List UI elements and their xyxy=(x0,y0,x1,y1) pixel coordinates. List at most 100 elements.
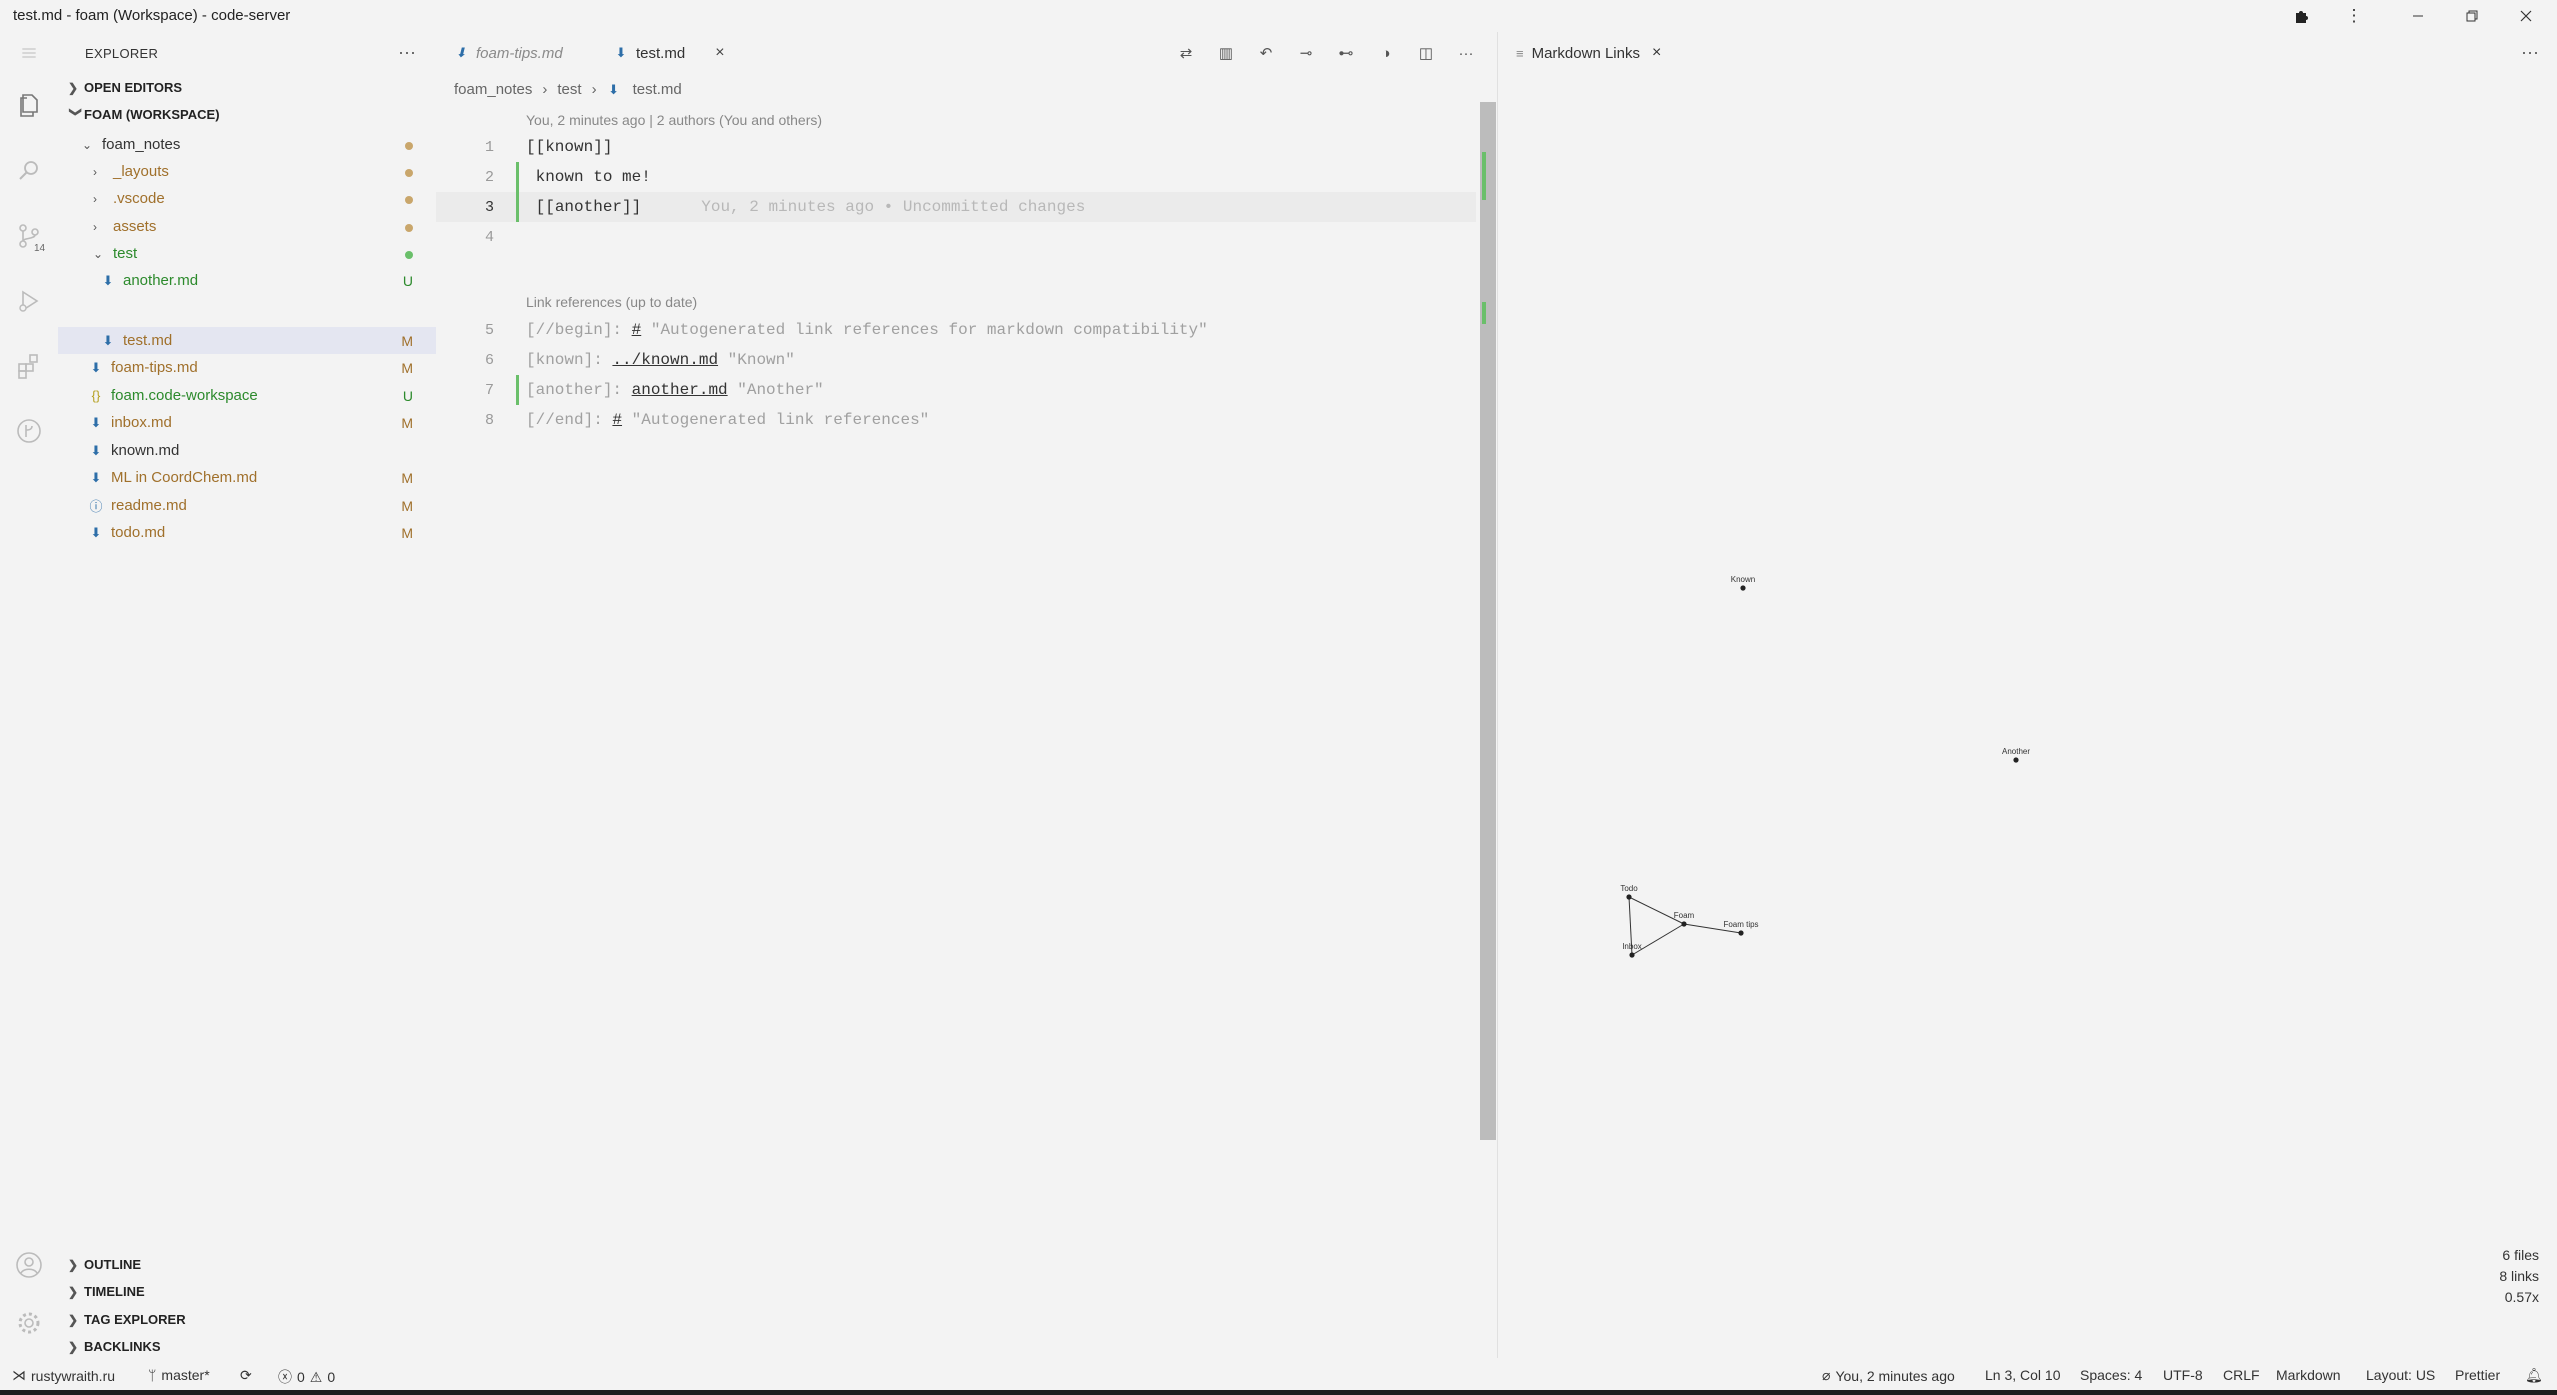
code-line[interactable]: 1 [[known]] xyxy=(436,132,1476,162)
more-actions-icon[interactable]: ··· xyxy=(1454,42,1478,64)
tree-folder-layouts[interactable]: › _layouts xyxy=(58,158,436,185)
open-changes-icon[interactable]: ⇄ xyxy=(1174,42,1198,64)
tree-file-foam-tips-md[interactable]: ⬇ foam-tips.md M xyxy=(58,354,436,381)
menu-icon[interactable] xyxy=(0,32,58,74)
editor-scrollbar[interactable] xyxy=(1480,102,1496,1140)
branch-indicator[interactable]: ᛘ master* xyxy=(148,1367,210,1383)
search-icon[interactable] xyxy=(0,142,58,200)
bottom-strip xyxy=(0,1390,2557,1395)
next-change-icon[interactable]: ⊷ xyxy=(1334,42,1358,64)
code-line[interactable]: 5 [//begin]: # "Autogenerated link refer… xyxy=(436,315,1476,345)
git-blame-status[interactable]: ⌀ You, 2 minutes ago xyxy=(1822,1367,1955,1384)
link-token[interactable]: ../known.md xyxy=(612,351,718,369)
outline-section[interactable]: ❯ OUTLINE xyxy=(68,1257,141,1272)
graph-node[interactable] xyxy=(1740,585,1746,591)
tree-label: test.md xyxy=(123,332,173,349)
encoding[interactable]: UTF-8 xyxy=(2163,1367,2203,1383)
backlinks-section[interactable]: ❯ BACKLINKS xyxy=(68,1339,161,1354)
breadcrumb-item[interactable]: test xyxy=(557,81,581,98)
go-back-icon[interactable]: ↶ xyxy=(1254,42,1278,64)
tree-folder-foam-notes[interactable]: ⌄ foam_notes xyxy=(58,131,436,158)
more-vertical-icon[interactable]: ⋮ xyxy=(2332,2,2376,30)
tree-label: foam.code-workspace xyxy=(111,387,258,404)
tree-folder-vscode[interactable]: › .vscode xyxy=(58,185,436,212)
timeline-section[interactable]: ❯ TIMELINE xyxy=(68,1284,145,1299)
tree-file-test-md[interactable]: ⬇ test.md M xyxy=(58,327,436,354)
minimize-button[interactable] xyxy=(2396,2,2440,30)
tab-close-icon[interactable]: × xyxy=(1652,44,1661,62)
graph-node[interactable] xyxy=(1738,930,1744,936)
link-references-codelens[interactable]: Link references (up to date) xyxy=(526,294,697,310)
tab-foam-tips[interactable]: ⬇ foam-tips.md xyxy=(454,32,604,74)
end-of-line[interactable]: CRLF xyxy=(2223,1367,2260,1383)
keyboard-layout[interactable]: Layout: US xyxy=(2366,1367,2435,1383)
graph-node[interactable] xyxy=(2013,757,2019,763)
previous-change-icon[interactable]: ⊸ xyxy=(1294,42,1318,64)
tree-file-foam-code-workspace[interactable]: {} foam.code-workspace U xyxy=(58,382,436,409)
tree-file-ml-coordchem-md[interactable]: ⬇ ML in CoordChem.md M xyxy=(58,464,436,491)
graph-node-label: Known xyxy=(1731,575,1755,584)
section-label: TIMELINE xyxy=(84,1284,145,1299)
cursor-position[interactable]: Ln 3, Col 10 xyxy=(1985,1367,2061,1383)
notifications-bell-icon[interactable]: 🔔︎ xyxy=(2525,1367,2543,1384)
blame-codelens[interactable]: You, 2 minutes ago | 2 authors (You and … xyxy=(526,112,822,128)
link-graph[interactable]: Known Another Todo Foam Foam tips Inbox xyxy=(1498,74,2557,1274)
open-preview-icon[interactable]: ▥ xyxy=(1214,42,1238,64)
graph-node[interactable] xyxy=(1626,894,1632,900)
account-icon[interactable] xyxy=(0,1236,58,1294)
explorer-more-icon[interactable]: ··· xyxy=(398,42,416,63)
extensions-icon[interactable] xyxy=(0,337,58,395)
timeline-icon[interactable]: ◑ xyxy=(1374,42,1398,64)
tab-test-md[interactable]: ⬇ test.md × xyxy=(604,32,744,74)
tree-file-inbox-md[interactable]: ⬇ inbox.md M xyxy=(58,409,436,436)
settings-gear-icon[interactable] xyxy=(0,1294,58,1352)
code-line[interactable]: 7 [another]: another.md "Another" xyxy=(436,375,1476,405)
extensions-puzzle-icon[interactable] xyxy=(2280,2,2324,30)
tab-close-icon[interactable]: × xyxy=(715,44,724,62)
indentation[interactable]: Spaces: 4 xyxy=(2080,1367,2142,1383)
graph-node[interactable] xyxy=(1629,952,1635,958)
breadcrumb-item[interactable]: test.md xyxy=(633,81,682,98)
sync-icon[interactable]: ⟳ xyxy=(240,1367,252,1384)
problems-indicator[interactable]: ⓧ 0 ⚠ 0 xyxy=(278,1367,335,1387)
code-text: [[another]] You, 2 minutes ago • Uncommit… xyxy=(526,198,1086,216)
explorer-icon[interactable] xyxy=(0,76,58,134)
source-control-icon[interactable]: 14 xyxy=(0,207,58,265)
git-graph-icon[interactable] xyxy=(0,402,58,460)
tab-markdown-links[interactable]: ≡ Markdown Links × xyxy=(1504,32,1686,74)
graph-stats: 6 files 8 links 0.57x xyxy=(2499,1245,2539,1308)
formatter[interactable]: Prettier xyxy=(2455,1367,2500,1383)
remote-indicator[interactable]: ⋊ rustywraith.ru xyxy=(12,1367,115,1384)
warning-icon: ⚠ xyxy=(309,1368,323,1385)
restore-button[interactable] xyxy=(2450,2,2494,30)
branch-label: master* xyxy=(161,1367,210,1383)
tree-file-known-md[interactable]: ⬇ known.md xyxy=(58,437,436,464)
tree-file-another-md[interactable]: ⬇ another.md U xyxy=(58,267,436,294)
tree-folder-test[interactable]: ⌄ test xyxy=(58,240,436,267)
tree-file-readme-md[interactable]: ⓘ readme.md M xyxy=(58,492,436,519)
link-token[interactable]: another.md xyxy=(632,381,728,399)
tree-folder-assets[interactable]: › assets xyxy=(58,213,436,240)
workspace-section[interactable]: ❯ FOAM (WORKSPACE) xyxy=(68,107,220,123)
code-line[interactable]: 8 [//end]: # "Autogenerated link referen… xyxy=(436,405,1476,435)
code-line[interactable]: 2 known to me! xyxy=(436,162,1476,192)
graph-node[interactable] xyxy=(1681,921,1687,927)
breadcrumb-item[interactable]: foam_notes xyxy=(454,81,532,98)
tree-label: readme.md xyxy=(111,497,187,514)
language-mode[interactable]: Markdown xyxy=(2276,1367,2341,1383)
git-status: M xyxy=(401,469,413,486)
tag-explorer-section[interactable]: ❯ TAG EXPLORER xyxy=(68,1312,186,1327)
run-debug-icon[interactable] xyxy=(0,272,58,330)
tree-file-todo-md[interactable]: ⬇ todo.md M xyxy=(58,519,436,546)
code-line-current[interactable]: 3 [[another]] You, 2 minutes ago • Uncomm… xyxy=(436,192,1476,222)
error-count: 0 xyxy=(297,1369,305,1385)
code-token: [//end]: xyxy=(526,411,613,429)
line-number: 3 xyxy=(484,198,494,216)
open-editors-section[interactable]: ❯ OPEN EDITORS xyxy=(68,80,182,95)
close-window-button[interactable] xyxy=(2504,2,2548,30)
panel-more-icon[interactable]: ··· xyxy=(2521,42,2539,63)
code-line[interactable]: 6 [known]: ../known.md "Known" xyxy=(436,345,1476,375)
split-editor-icon[interactable]: ◫ xyxy=(1414,42,1438,64)
warning-count: 0 xyxy=(327,1369,336,1385)
code-line[interactable]: 4 xyxy=(436,222,1476,252)
